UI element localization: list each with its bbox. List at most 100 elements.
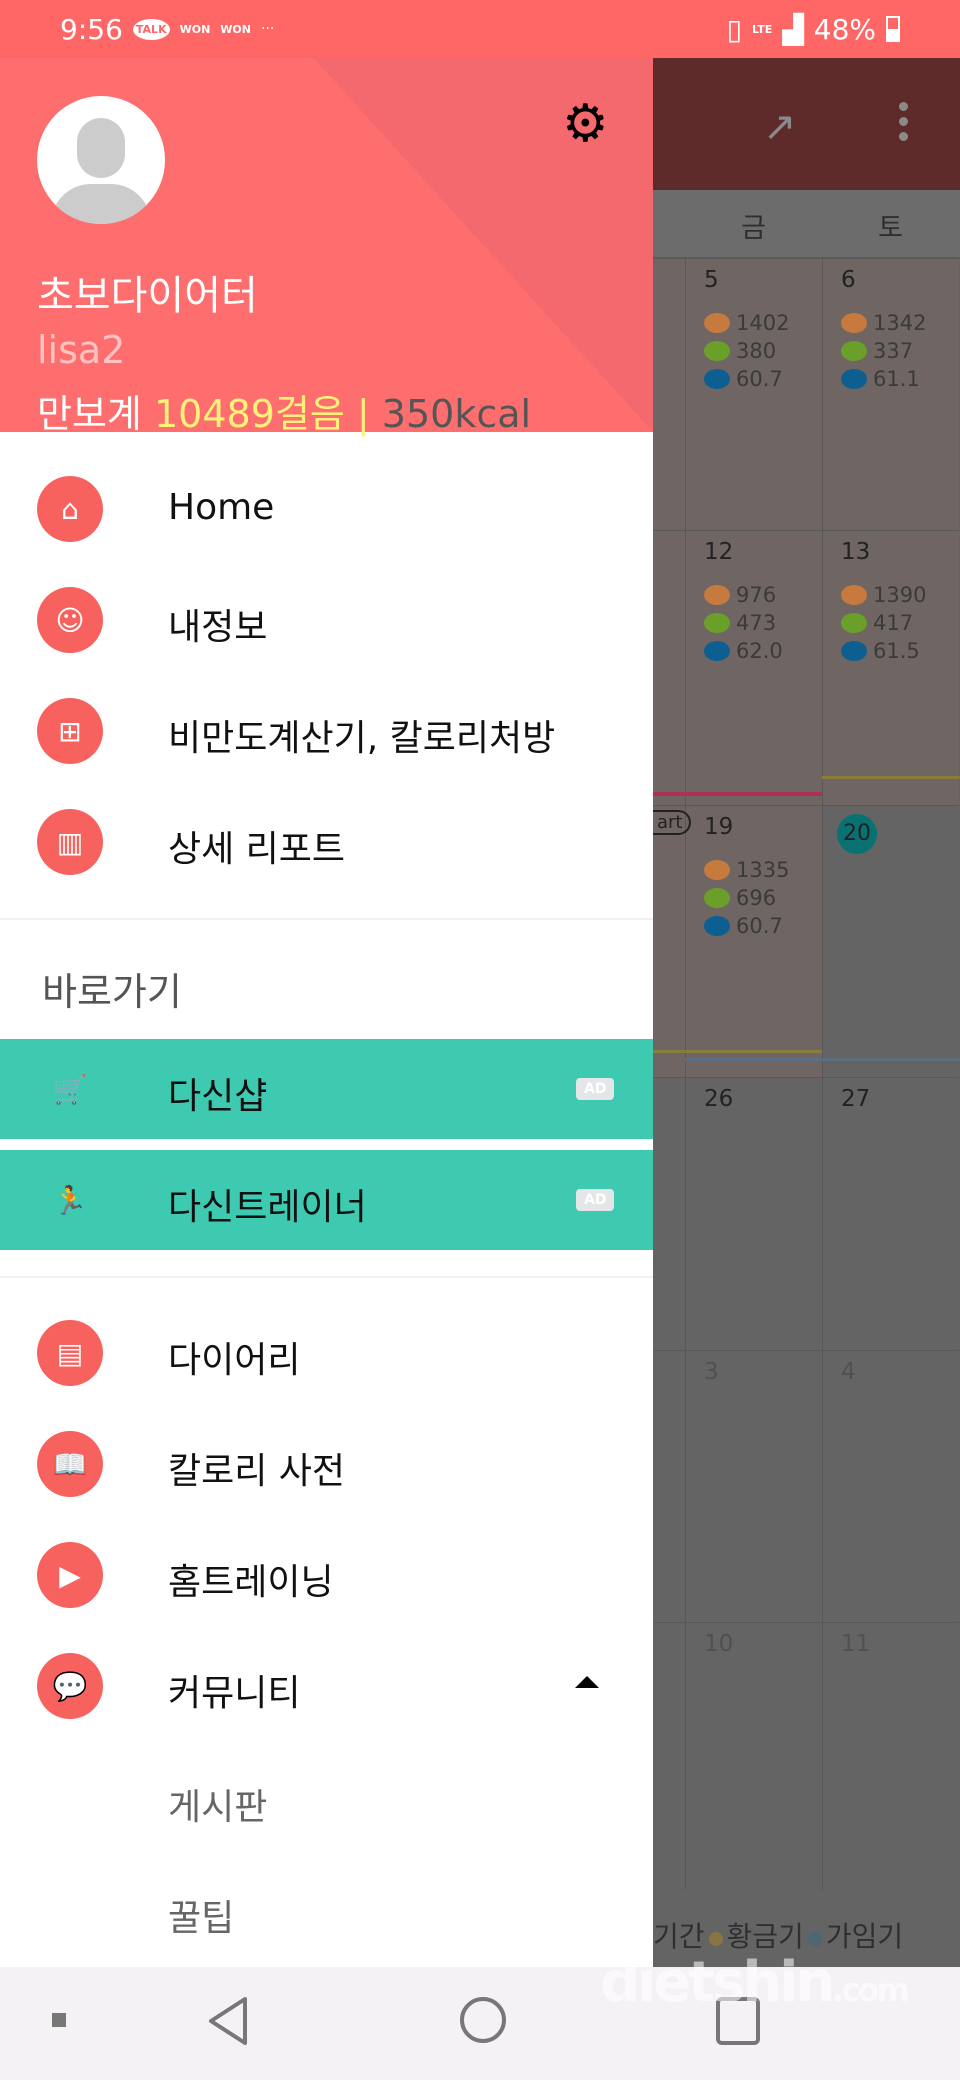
calculator-icon: ⊞: [37, 698, 103, 764]
period-line: [653, 792, 822, 796]
ad-badge: AD: [576, 1189, 615, 1211]
home-nav-icon[interactable]: [458, 1995, 508, 2045]
weight-value: 62.0: [736, 639, 783, 663]
battery-percent: 48%: [813, 12, 876, 46]
vibrate-icon: ▯: [726, 12, 742, 46]
day-number: 27: [841, 1086, 871, 1112]
separator: |: [356, 392, 370, 436]
pedometer-label: 만보계: [37, 392, 142, 436]
calendar-legend: 기간 황금기 가임기: [653, 1915, 903, 1955]
day-number: 4: [841, 1359, 856, 1385]
day-number: 19: [704, 814, 734, 840]
golden-line: [653, 1050, 822, 1053]
day-number: 13: [841, 539, 871, 565]
menu-item-cart[interactable]: 🛒 다신샵 AD: [0, 1039, 653, 1139]
today-marker: 20: [837, 814, 877, 854]
day-number: 5: [704, 267, 719, 293]
divider: [0, 1276, 653, 1278]
food-icon: [841, 585, 867, 605]
food-icon: [841, 313, 867, 333]
fertile-dot-icon: [807, 1932, 822, 1946]
calendar-day-cell[interactable]: 20: [822, 805, 959, 1077]
calendar-day-cell[interactable]: 11: [822, 1622, 959, 1890]
menu-item-label: 홈트레이닝: [168, 1562, 334, 1603]
calendar-day-cell[interactable]: 10: [685, 1622, 822, 1890]
more-vert-icon[interactable]: [899, 102, 909, 147]
menu-item-chat[interactable]: 💬 커뮤니티: [0, 1636, 653, 1736]
weight-value: 61.1: [873, 367, 920, 391]
navigation-drawer: ⚙ 초보다이어터 lisa2 만보계 10489걸음 | 350kcal ⌂ Ho…: [0, 58, 653, 1967]
exercise-value: 380: [736, 339, 777, 363]
trending-up-icon[interactable]: ↗: [763, 104, 797, 150]
watermark-logo: dietshin.com: [600, 1950, 910, 2015]
menu-item-home[interactable]: ⌂ Home: [0, 459, 653, 559]
calendar-day-cell[interactable]: 6 1342 337 61.1: [822, 258, 959, 530]
menu-item-label: 칼로리 사전: [168, 1451, 346, 1492]
day-number: 26: [704, 1086, 734, 1112]
back-icon[interactable]: [205, 1995, 251, 2047]
caret-up-icon[interactable]: [575, 1676, 599, 1688]
food-value: 1390: [873, 583, 927, 607]
exercise-icon: [704, 613, 730, 633]
kcal-value: 350kcal: [381, 392, 532, 436]
weight-value: 60.7: [736, 914, 783, 938]
menu-item-label: 내정보: [168, 607, 268, 648]
calendar-day-cell[interactable]: 19 1335 696 60.7: [685, 805, 822, 1077]
menu-item-video[interactable]: ▶ 홈트레이닝: [0, 1525, 653, 1625]
food-icon: [704, 313, 730, 333]
gear-icon[interactable]: ⚙: [562, 98, 609, 150]
legend-golden: 황금기: [726, 1920, 804, 1953]
menu-item-label: Home: [168, 487, 275, 528]
day-number: 12: [704, 539, 734, 565]
home-icon: ⌂: [37, 476, 103, 542]
exercise-value: 473: [736, 611, 777, 635]
day-number: 10: [704, 1631, 734, 1657]
won-icon: WON: [220, 22, 251, 36]
pedometer-summary[interactable]: 만보계 10489걸음 | 350kcal: [37, 383, 531, 438]
exercise-icon: [704, 888, 730, 908]
weight-scale-icon: [841, 641, 867, 661]
exercise-icon: [704, 341, 730, 361]
day-number: 6: [841, 267, 856, 293]
weight-scale-icon: [704, 916, 730, 936]
food-value: 1402: [736, 311, 790, 335]
weekday-sat: 토: [878, 213, 903, 244]
menu-item-label: 다이어리: [168, 1340, 301, 1381]
menu-item-sub[interactable]: 게시판: [0, 1750, 653, 1850]
calendar-day-cell[interactable]: 4: [822, 1350, 959, 1622]
ad-badge: AD: [576, 1078, 615, 1100]
user-icon: ☺: [37, 587, 103, 653]
menu-item-sub[interactable]: 꿀팁: [0, 1861, 653, 1961]
calendar-day-cell[interactable]: 3: [685, 1350, 822, 1622]
menu-item-calculator[interactable]: ⊞ 비만도계산기, 칼로리처방: [0, 681, 653, 781]
weight-value: 60.7: [736, 367, 783, 391]
fertile-line: [685, 1058, 960, 1061]
more-notifications: ···: [261, 21, 275, 37]
weight-scale-icon: [704, 369, 730, 389]
start-tag: art: [651, 810, 691, 835]
menu-item-book[interactable]: 📖 칼로리 사전: [0, 1414, 653, 1514]
legend-period: 기간: [653, 1920, 705, 1953]
golden-line: [822, 776, 960, 779]
menu-item-runner[interactable]: 🏃 다신트레이너 AD: [0, 1150, 653, 1250]
book-icon: 📖: [37, 1431, 103, 1497]
day-number: 11: [841, 1631, 871, 1657]
menu-item-diary[interactable]: ▤ 다이어리: [0, 1303, 653, 1403]
exercise-value: 337: [873, 339, 914, 363]
menu-item-user[interactable]: ☺ 내정보: [0, 570, 653, 670]
menu-item-label: 다신샵: [168, 1076, 268, 1117]
menu-item-bar-chart[interactable]: ▥ 상세 리포트: [0, 792, 653, 892]
nickname: 초보다이어터: [37, 273, 258, 319]
calendar-day-cell[interactable]: 5 1402 380 60.7: [685, 258, 822, 530]
calendar-day-cell[interactable]: 13 1390 417 61.5: [822, 530, 959, 805]
avatar[interactable]: [37, 96, 165, 224]
calendar-day-cell[interactable]: 27: [822, 1077, 959, 1350]
calendar-screen: ↗ 금 토 5 1402 380 60.7 6 1342 337 61.1 12 976 473 62…: [548, 58, 960, 1967]
signal-icon: ▟: [782, 12, 804, 46]
menu-item-label: 다신트레이너: [168, 1187, 367, 1228]
calendar-day-cell[interactable]: 26: [685, 1077, 822, 1350]
day-number: 3: [704, 1359, 719, 1385]
calendar-day-cell[interactable]: 12 976 473 62.0: [685, 530, 822, 805]
lte-icon: LTE: [752, 22, 773, 36]
exercise-value: 417: [873, 611, 914, 635]
